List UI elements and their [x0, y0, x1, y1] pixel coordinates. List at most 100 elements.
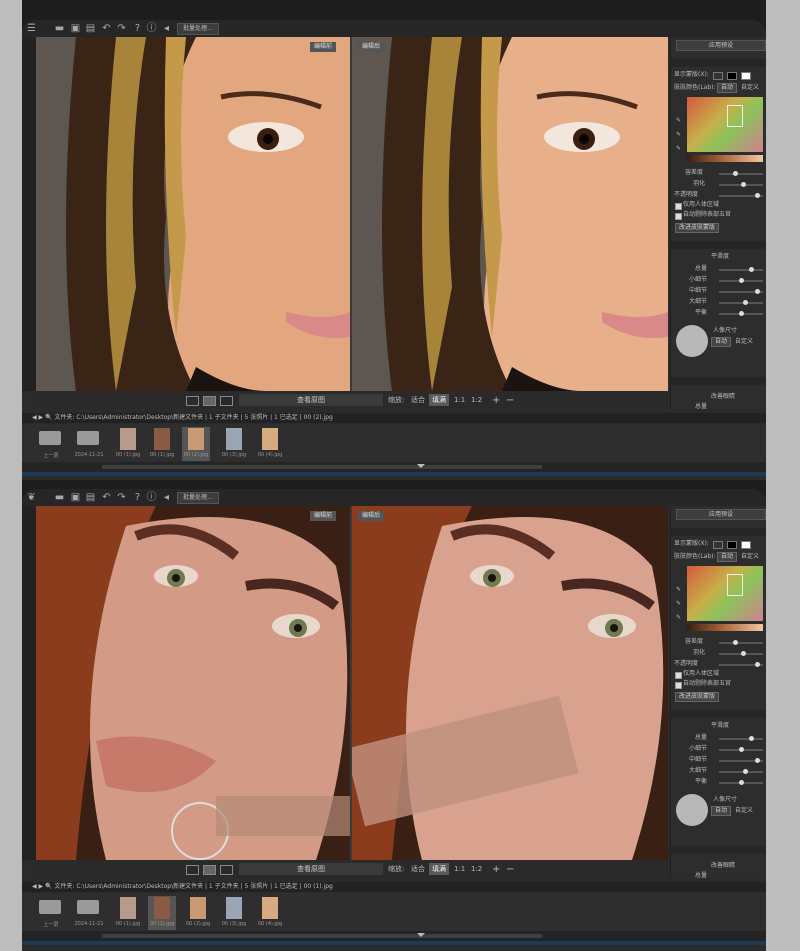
zoom-fill-button[interactable]: 填满	[429, 394, 449, 406]
filmstrip-scrollbar[interactable]	[22, 462, 766, 472]
subfolder-item[interactable]: 2024-11-21	[74, 427, 104, 461]
face-auto-button[interactable]: 自动	[711, 337, 732, 347]
thumbnail-selected[interactable]: 00 (2).jpg	[182, 427, 210, 461]
up-folder-button[interactable]: 上一层	[36, 896, 66, 930]
thumbnail[interactable]: 00 (4).jpg	[256, 427, 284, 461]
feather-slider[interactable]	[719, 182, 763, 187]
mask-swatch-b[interactable]	[727, 72, 737, 80]
zoom-fit-button[interactable]: 适合	[411, 864, 425, 875]
undo-icon[interactable]: ↶	[101, 492, 112, 503]
batch-process-button[interactable]: 批量处理...	[177, 492, 219, 504]
auto-remove-checkbox[interactable]	[675, 682, 682, 689]
undo-icon[interactable]: ↶	[101, 23, 112, 34]
thumbnail[interactable]: 00 (2).jpg	[184, 896, 212, 930]
zoom-out-button[interactable]: −	[506, 395, 514, 406]
small-detail-slider[interactable]	[719, 278, 763, 283]
balance-slider[interactable]	[719, 311, 763, 316]
mask-swatch-c[interactable]	[741, 72, 751, 80]
section-header[interactable]	[671, 846, 766, 854]
subfolder-item[interactable]: 2024-11-21	[74, 896, 104, 930]
thumbnail[interactable]: 00 (1).jpg	[114, 427, 142, 461]
section-header[interactable]	[671, 377, 766, 385]
face-auto-button[interactable]: 自动	[711, 806, 732, 816]
face-custom-button[interactable]: 自定义	[735, 338, 753, 346]
zoom-1-2-button[interactable]: 1:2	[471, 395, 482, 406]
skin-custom-button[interactable]: 自定义	[741, 553, 759, 561]
mid-detail-slider[interactable]	[719, 289, 763, 294]
thumbnail-selected[interactable]: 00 (1).jpg	[148, 896, 176, 930]
split-view-icon[interactable]	[203, 396, 216, 406]
menu-icon[interactable]: ☰	[26, 23, 37, 34]
only-face-checkbox[interactable]	[675, 203, 682, 210]
color-picker[interactable]	[687, 97, 763, 152]
large-detail-slider[interactable]	[719, 300, 763, 305]
eyedropper-plus-icon[interactable]: ✎	[676, 131, 681, 139]
thumbnail[interactable]: 00 (3).jpg	[220, 427, 248, 461]
zoom-1-1-button[interactable]: 1:1	[454, 395, 465, 406]
up-folder-button[interactable]: 上一层	[36, 427, 66, 461]
auto-remove-checkbox[interactable]	[675, 213, 682, 220]
eyedropper-minus-icon[interactable]: ✎	[676, 145, 681, 153]
section-header[interactable]	[671, 528, 766, 536]
eyedropper-plus-icon[interactable]: ✎	[676, 600, 681, 608]
apply-preset-button[interactable]: 应用预设	[676, 40, 766, 51]
small-detail-slider[interactable]	[719, 747, 763, 752]
feather-slider[interactable]	[719, 651, 763, 656]
zoom-in-button[interactable]: +	[492, 395, 500, 406]
redo-icon[interactable]: ↷	[116, 23, 127, 34]
help-icon[interactable]: ?	[132, 492, 143, 503]
color-picker[interactable]	[687, 566, 763, 621]
apply-preset-button[interactable]: 应用预设	[676, 509, 766, 520]
save-as-icon[interactable]: ▤	[85, 23, 96, 34]
change-mask-button[interactable]: 改进皮肤蒙版	[675, 692, 720, 702]
only-face-checkbox[interactable]	[675, 672, 682, 679]
zoom-in-button[interactable]: +	[492, 864, 500, 875]
section-header[interactable]	[671, 710, 766, 718]
filmstrip-scrollbar[interactable]	[22, 931, 766, 941]
zoom-fill-button[interactable]: 填满	[429, 863, 449, 875]
share-icon[interactable]: ◂	[161, 23, 172, 34]
total-slider[interactable]	[719, 736, 763, 741]
mid-detail-slider[interactable]	[719, 758, 763, 763]
view-original-button[interactable]: 查看原图	[239, 863, 383, 875]
eyedropper-minus-icon[interactable]: ✎	[676, 614, 681, 622]
large-detail-slider[interactable]	[719, 769, 763, 774]
view-original-button[interactable]: 查看原图	[239, 394, 383, 406]
opacity-slider[interactable]	[719, 662, 763, 667]
info-icon[interactable]: ⓘ	[146, 492, 157, 503]
color-selection-box[interactable]	[727, 574, 743, 596]
zoom-fit-button[interactable]: 适合	[411, 395, 425, 406]
tone-bar[interactable]	[687, 155, 763, 162]
side-by-side-view-icon[interactable]	[220, 865, 233, 875]
tolerance-slider[interactable]	[719, 171, 763, 176]
scroll-thumb[interactable]	[102, 465, 542, 469]
leaf-icon[interactable]: ❦	[26, 492, 37, 503]
thumbnail[interactable]: 00 (4).jpg	[256, 896, 284, 930]
eyedropper-icon[interactable]: ✎	[676, 586, 681, 594]
skin-custom-button[interactable]: 自定义	[741, 84, 759, 92]
thumbnail[interactable]: 00 (1).jpg	[114, 896, 142, 930]
mask-swatch-a[interactable]	[713, 541, 723, 549]
open-folder-icon[interactable]: ▬	[54, 492, 65, 503]
split-view-icon[interactable]	[203, 865, 216, 875]
save-icon[interactable]: ▣	[70, 23, 81, 34]
balance-slider[interactable]	[719, 780, 763, 785]
batch-process-button[interactable]: 批量处理...	[177, 23, 219, 35]
eyedropper-icon[interactable]: ✎	[676, 117, 681, 125]
mask-swatch-c[interactable]	[741, 541, 751, 549]
skin-auto-button[interactable]: 自动	[717, 552, 738, 562]
mask-swatch-a[interactable]	[713, 72, 723, 80]
expand-arrow-icon[interactable]	[417, 933, 425, 937]
info-icon[interactable]: ⓘ	[146, 23, 157, 34]
zoom-1-1-button[interactable]: 1:1	[454, 864, 465, 875]
side-by-side-view-icon[interactable]	[220, 396, 233, 406]
thumbnail[interactable]: 00 (1).jpg	[148, 427, 176, 461]
opacity-slider[interactable]	[719, 193, 763, 198]
single-view-icon[interactable]	[186, 865, 199, 875]
color-selection-box[interactable]	[727, 105, 743, 127]
face-custom-button[interactable]: 自定义	[735, 807, 753, 815]
tone-bar[interactable]	[687, 624, 763, 631]
change-mask-button[interactable]: 改进皮肤蒙版	[675, 223, 720, 233]
thumbnail[interactable]: 00 (3).jpg	[220, 896, 248, 930]
mask-swatch-b[interactable]	[727, 541, 737, 549]
